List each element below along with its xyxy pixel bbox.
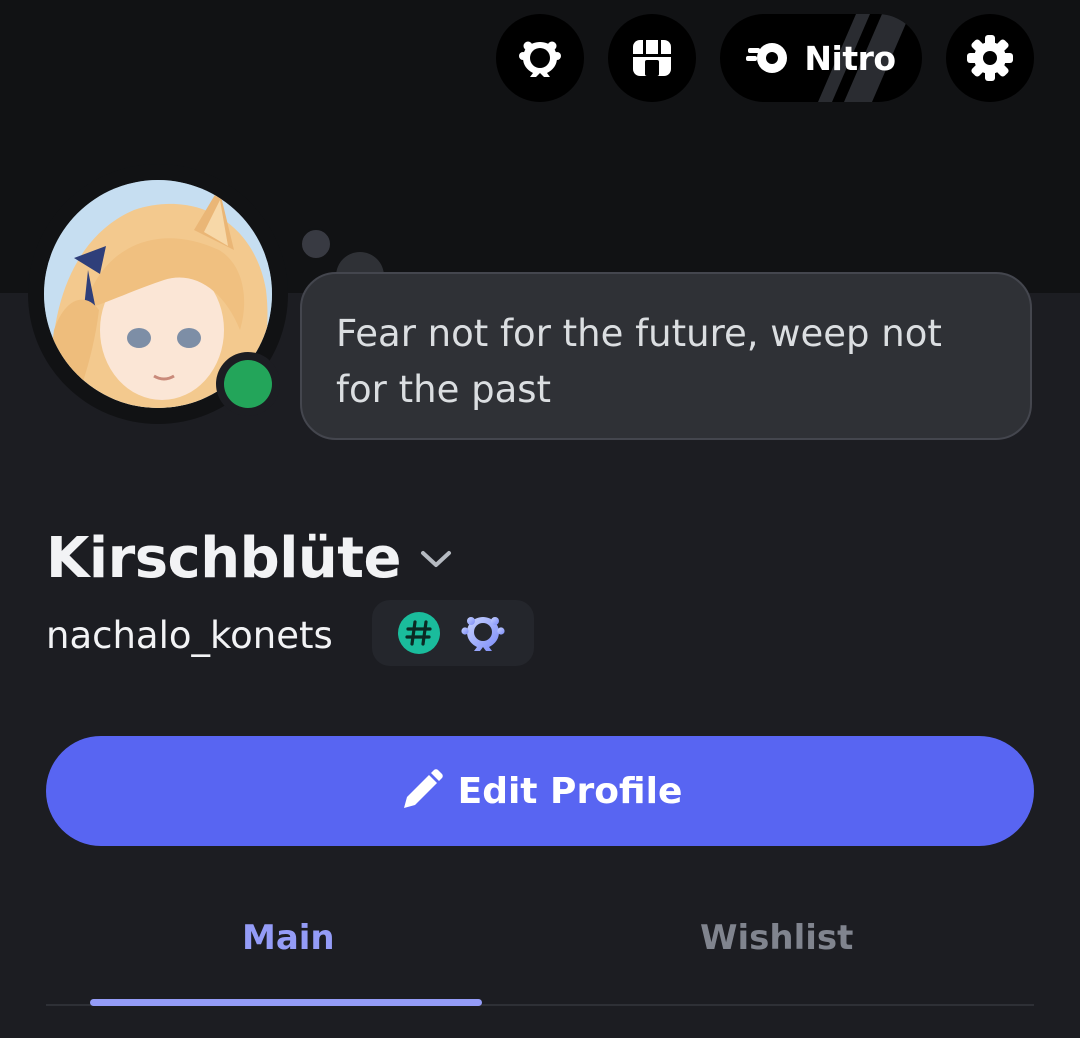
tab-wishlist[interactable]: Wishlist	[700, 918, 853, 958]
active-tab-indicator	[90, 999, 482, 1006]
custom-status-bubble[interactable]: Fear not for the future, weep not for th…	[300, 272, 1032, 440]
shop-button[interactable]	[608, 14, 696, 102]
display-name-selector[interactable]: Kirschblüte	[46, 526, 453, 591]
edit-profile-label: Edit Profile	[457, 770, 683, 812]
display-name: Kirschblüte	[46, 526, 402, 591]
nitro-label: Nitro	[804, 38, 896, 78]
chevron-down-icon	[421, 550, 451, 567]
pencil-icon	[403, 769, 443, 808]
edit-profile-button[interactable]: Edit Profile	[46, 736, 1034, 846]
quests-button[interactable]	[496, 14, 584, 102]
laurel-icon	[519, 41, 561, 77]
username: nachalo_konets	[46, 614, 333, 657]
shop-icon	[633, 40, 671, 76]
online-status-indicator	[224, 360, 272, 408]
gear-icon	[967, 35, 1013, 81]
laurel-badge-icon[interactable]	[457, 609, 509, 657]
hashtag-badge-icon[interactable]	[397, 611, 441, 655]
thought-bubble-dot-small	[300, 228, 332, 260]
custom-status-text: Fear not for the future, weep not for th…	[336, 312, 942, 411]
profile-badges	[372, 600, 534, 666]
nitro-button[interactable]: Nitro	[720, 14, 922, 102]
tab-main[interactable]: Main	[242, 918, 335, 958]
nitro-icon	[746, 43, 788, 73]
settings-button[interactable]	[946, 14, 1034, 102]
